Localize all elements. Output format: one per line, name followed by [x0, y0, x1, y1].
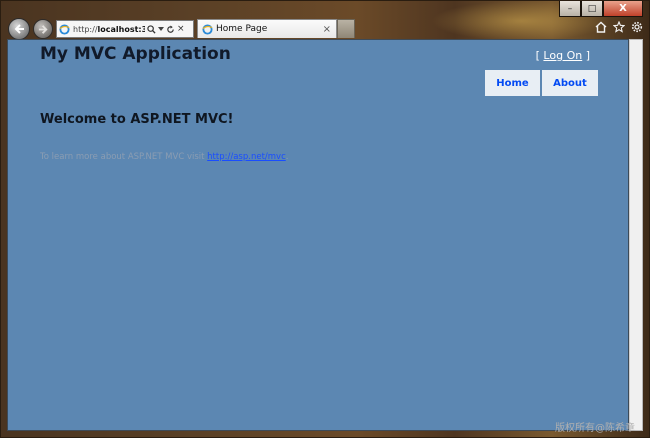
maximize-button[interactable]: □ [581, 1, 603, 17]
minimize-button[interactable]: – [559, 1, 581, 17]
arrow-left-icon [14, 24, 24, 34]
vertical-scrollbar[interactable] [629, 39, 643, 431]
asp-net-mvc-link[interactable]: http://asp.net/mvc [207, 152, 286, 162]
stop-button[interactable]: × [177, 24, 185, 34]
close-window-button[interactable]: X [603, 1, 643, 17]
welcome-heading: Welcome to ASP.NET MVC! [40, 112, 234, 127]
address-text[interactable]: http://localhost:34 [73, 25, 145, 34]
tab-close-button[interactable]: × [323, 24, 331, 35]
menu-item-about[interactable]: About [542, 70, 598, 96]
browser-toolbar [594, 20, 643, 33]
address-bar[interactable]: http://localhost:34 × [56, 20, 194, 38]
address-tools: × [147, 24, 185, 34]
menu-item-home[interactable]: Home [485, 70, 540, 96]
tab-label: Home Page [216, 24, 268, 34]
refresh-icon[interactable] [166, 24, 175, 34]
gear-icon[interactable] [630, 20, 643, 33]
log-on-link[interactable]: Log On [543, 49, 582, 62]
ie-logo-icon [59, 23, 70, 35]
chevron-down-icon[interactable] [158, 26, 164, 32]
caption-buttons: – □ X [559, 1, 643, 17]
info-paragraph: To learn more about ASP.NET MVC visit ht… [40, 152, 289, 162]
home-icon[interactable] [594, 20, 607, 33]
arrow-right-icon [38, 24, 48, 34]
watermark: 版权所有@陈希章 [555, 423, 635, 434]
tab-home-page[interactable]: Home Page × [197, 19, 337, 38]
star-icon[interactable] [612, 20, 625, 33]
new-tab-button[interactable] [337, 19, 355, 38]
search-icon[interactable] [147, 24, 156, 34]
site-title: My MVC Application [40, 44, 231, 64]
browser-window: – □ X http://localhost:34 [0, 0, 650, 438]
login-display: [ Log On ] [535, 49, 590, 62]
ie-logo-icon [202, 23, 213, 35]
main-menu: Home About [485, 70, 598, 96]
back-button[interactable] [8, 18, 30, 40]
page-viewport: My MVC Application [ Log On ] Home About… [7, 39, 629, 431]
forward-button[interactable] [33, 19, 53, 39]
